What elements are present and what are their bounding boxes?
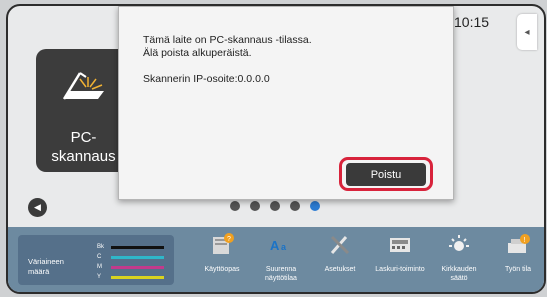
tool-button-job-status[interactable]: ! Työn tila bbox=[492, 233, 544, 289]
touch-panel-frame: PC- skannaus ◀ 10:15 ◂ Tämä laite on PC-… bbox=[6, 4, 546, 294]
svg-text:?: ? bbox=[227, 236, 231, 243]
device-screen: PC- skannaus ◀ 10:15 ◂ Tämä laite on PC-… bbox=[0, 0, 547, 297]
bottom-toolbar: Väriaineen määrä Bk C M Y ? Käyttöopas Aa Suur… bbox=[8, 227, 544, 292]
tool-button-calculator[interactable]: Laskuri-toiminto bbox=[374, 233, 426, 289]
toner-bar bbox=[111, 276, 164, 279]
toner-label: C bbox=[97, 254, 102, 260]
toner-level-title: Väriaineen määrä bbox=[28, 257, 64, 276]
page-dot[interactable] bbox=[290, 201, 300, 211]
page-dot[interactable] bbox=[270, 201, 280, 211]
page-dot[interactable] bbox=[310, 201, 320, 211]
svg-text:a: a bbox=[281, 242, 287, 252]
side-panel-tab[interactable]: ◂ bbox=[517, 14, 537, 50]
tool-label: Kirkkauden säätö bbox=[441, 266, 477, 282]
page-indicator bbox=[230, 201, 320, 211]
tool-label: Käyttöopas bbox=[204, 266, 240, 273]
toner-bar bbox=[111, 256, 164, 259]
tool-label: Suurenna näyttötilaa bbox=[265, 266, 297, 282]
book-icon: ? bbox=[213, 233, 234, 254]
chevron-left-icon: ◀ bbox=[34, 202, 41, 212]
toner-label: Bk bbox=[97, 244, 105, 250]
tool-button-book[interactable]: ? Käyttöopas bbox=[196, 233, 248, 289]
tool-label: Asetukset bbox=[324, 266, 356, 273]
toner-label: Y bbox=[97, 274, 102, 280]
svg-text:A: A bbox=[270, 238, 280, 253]
tile-label-line1: PC- bbox=[70, 129, 97, 146]
page-dot[interactable] bbox=[230, 201, 240, 211]
calculator-icon bbox=[390, 238, 410, 252]
job-status-icon: ! bbox=[508, 234, 530, 253]
toner-bar bbox=[111, 266, 164, 269]
scanner-ip-text: Skannerin IP-osoite:0.0.0.0 bbox=[143, 73, 270, 85]
brightness-icon bbox=[449, 235, 469, 251]
dialog-message-line2: Älä poista alkuperäistä. bbox=[143, 47, 252, 59]
pc-scan-tile[interactable]: PC- skannaus bbox=[36, 49, 131, 172]
wrench-screwdriver-icon bbox=[330, 235, 350, 255]
tool-button-zoom-text[interactable]: Aa Suurenna näyttötilaa bbox=[255, 233, 307, 289]
zoom-text-icon: Aa bbox=[270, 238, 287, 253]
tool-label: Työn tila bbox=[504, 266, 532, 273]
toner-bar bbox=[111, 246, 164, 249]
previous-page-button[interactable]: ◀ bbox=[28, 198, 47, 217]
clock: 10:15 bbox=[454, 14, 490, 30]
tile-label-line2: skannaus bbox=[51, 148, 116, 165]
tool-button-brightness[interactable]: Kirkkauden säätö bbox=[433, 233, 485, 289]
exit-button-highlight: Poistu bbox=[339, 157, 433, 191]
scanner-icon bbox=[62, 72, 104, 100]
exit-button[interactable]: Poistu bbox=[346, 163, 426, 186]
tool-button-wrench-screwdriver[interactable]: Asetukset bbox=[314, 233, 366, 289]
toner-label: M bbox=[97, 264, 102, 270]
toner-level-panel[interactable]: Väriaineen määrä Bk C M Y bbox=[18, 235, 174, 285]
page-dot[interactable] bbox=[250, 201, 260, 211]
dialog-message-line1: Tämä laite on PC-skannaus -tilassa. bbox=[143, 34, 312, 46]
tool-label: Laskuri-toiminto bbox=[375, 266, 425, 273]
pc-scan-mode-dialog: Tämä laite on PC-skannaus -tilassa. Älä … bbox=[118, 6, 454, 200]
svg-text:!: ! bbox=[524, 237, 526, 244]
chevron-left-icon: ◂ bbox=[524, 26, 530, 38]
